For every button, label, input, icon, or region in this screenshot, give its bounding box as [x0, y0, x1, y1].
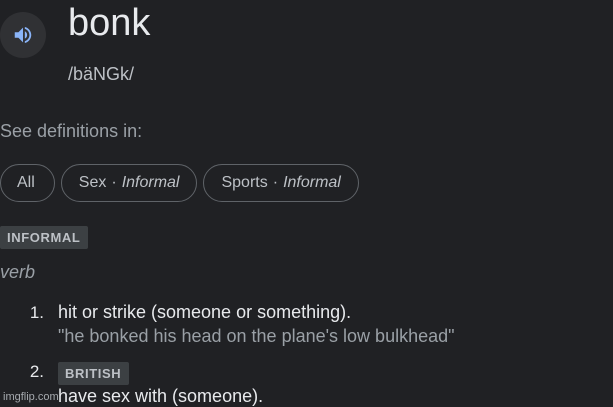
- volume-icon: [12, 24, 34, 46]
- sense-number: 2.: [29, 362, 44, 381]
- chip-sex-informal[interactable]: Sex · Informal: [60, 164, 198, 202]
- pronunciation-speaker-button[interactable]: [0, 12, 46, 58]
- chip-label: Sports: [221, 174, 268, 191]
- chip-separator: ·: [272, 174, 279, 191]
- register-badge: INFORMAL: [0, 226, 89, 249]
- chip-all[interactable]: All: [0, 164, 55, 202]
- chip-label: All: [17, 174, 35, 191]
- definition-filter-chips: All Sex · Informal Sports · Informal: [0, 164, 359, 202]
- region-badge: BRITISH: [58, 362, 130, 385]
- chip-separator: ·: [111, 174, 117, 191]
- chip-qualifier: Informal: [283, 174, 341, 191]
- sense-definition: hit or strike (someone or something).: [58, 302, 352, 322]
- sense-definition: have sex with (someone).: [58, 386, 264, 406]
- sense-number: 1.: [29, 303, 44, 322]
- part-of-speech: verb: [0, 262, 36, 282]
- sense-example: "he bonked his head on the plane's low b…: [58, 326, 455, 346]
- chip-label: Sex: [78, 174, 107, 191]
- pronunciation: /bäNGk/: [68, 64, 135, 84]
- chip-sports-informal[interactable]: Sports · Informal: [203, 164, 359, 202]
- watermark: imgflip.com: [3, 391, 59, 403]
- chip-qualifier: Informal: [121, 174, 180, 191]
- see-definitions-label: See definitions in:: [0, 121, 143, 141]
- headword: bonk: [68, 2, 151, 44]
